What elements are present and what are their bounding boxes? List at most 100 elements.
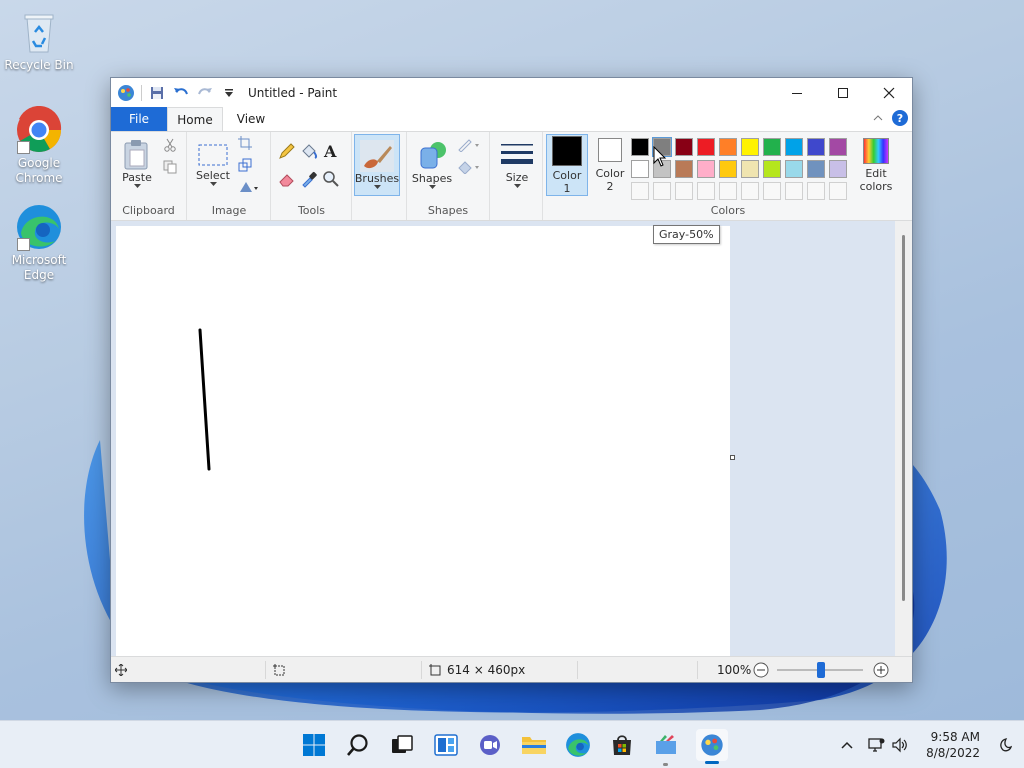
palette-swatch[interactable]	[785, 138, 803, 156]
search-button[interactable]	[344, 731, 372, 759]
undo-icon[interactable]	[172, 84, 190, 102]
zoom-in-icon	[873, 662, 889, 678]
paste-button[interactable]: Paste	[115, 134, 159, 194]
customize-quick-access-icon[interactable]	[220, 84, 238, 102]
palette-swatch[interactable]	[807, 160, 825, 178]
select-button[interactable]: Select	[192, 134, 234, 194]
volume-icon[interactable]	[888, 737, 912, 753]
eraser-tool[interactable]	[276, 168, 298, 190]
text-tool[interactable]: A	[320, 140, 342, 162]
palette-swatch[interactable]	[829, 138, 847, 156]
paint-taskbar-button[interactable]	[696, 729, 728, 764]
palette-swatch[interactable]	[631, 138, 649, 156]
color-tooltip: Gray-50%	[653, 225, 720, 244]
tab-home[interactable]: Home	[167, 107, 223, 131]
snipping-tool-button[interactable]	[652, 731, 680, 766]
custom-color-slot[interactable]	[719, 182, 737, 200]
crop-icon	[238, 136, 252, 150]
custom-color-slot[interactable]	[785, 182, 803, 200]
widgets-button[interactable]	[432, 731, 460, 759]
crop-button[interactable]	[236, 134, 254, 152]
store-button[interactable]	[608, 731, 636, 759]
magnifier-tool[interactable]	[320, 168, 342, 190]
cut-button[interactable]	[161, 136, 179, 154]
zoom-in-button[interactable]	[873, 657, 889, 683]
palette-swatch[interactable]	[763, 160, 781, 178]
task-view-button[interactable]	[388, 731, 416, 759]
zoom-out-button[interactable]	[753, 657, 769, 683]
custom-color-slot[interactable]	[741, 182, 759, 200]
chat-button[interactable]	[476, 731, 504, 759]
drawing-canvas[interactable]	[116, 226, 730, 657]
palette-swatch[interactable]	[631, 160, 649, 178]
palette-swatch[interactable]	[741, 138, 759, 156]
brushes-button[interactable]: Brushes	[354, 134, 400, 196]
palette-swatch[interactable]	[697, 160, 715, 178]
outline-button[interactable]	[455, 136, 483, 154]
palette-swatch[interactable]	[807, 138, 825, 156]
redo-icon[interactable]	[196, 84, 214, 102]
custom-color-slot[interactable]	[631, 182, 649, 200]
desktop-icon-chrome[interactable]: Google Chrome	[2, 105, 76, 186]
help-icon[interactable]: ?	[892, 110, 908, 126]
zoom-slider-thumb[interactable]	[817, 662, 825, 678]
collapse-ribbon-icon[interactable]	[870, 110, 886, 126]
file-explorer-button[interactable]	[520, 731, 548, 759]
clock-time: 9:58 AM	[930, 730, 980, 744]
custom-color-slot[interactable]	[653, 182, 671, 200]
palette-swatch[interactable]	[741, 160, 759, 178]
resize-button[interactable]	[236, 156, 254, 174]
desktop-icon-recycle-bin[interactable]: Recycle Bin	[2, 8, 76, 73]
fill-tool[interactable]	[298, 140, 320, 162]
eraser-icon	[279, 174, 294, 187]
zoom-slider[interactable]	[777, 657, 863, 683]
palette-swatch[interactable]	[719, 160, 737, 178]
palette-swatch[interactable]	[829, 160, 847, 178]
pencil-tool[interactable]	[276, 140, 298, 162]
color2-button[interactable]: Color 2	[590, 134, 630, 196]
palette-swatch[interactable]	[763, 138, 781, 156]
shapes-button[interactable]: Shapes	[411, 134, 453, 196]
network-icon[interactable]	[864, 737, 888, 753]
canvas-resize-handle[interactable]	[730, 455, 735, 460]
fill-button[interactable]	[455, 158, 483, 176]
chevron-down-icon	[428, 185, 436, 189]
zoom-out-icon	[753, 662, 769, 678]
rotate-button[interactable]	[236, 178, 262, 196]
scrollbar-thumb[interactable]	[902, 235, 905, 601]
separator	[265, 661, 266, 679]
clock[interactable]: 9:58 AM 8/8/2022	[926, 729, 980, 761]
save-icon[interactable]	[148, 84, 166, 102]
vertical-scrollbar[interactable]	[895, 221, 912, 657]
palette-swatch[interactable]	[697, 138, 715, 156]
custom-color-slot[interactable]	[807, 182, 825, 200]
edge-taskbar-button[interactable]	[564, 731, 592, 759]
palette-swatch[interactable]	[675, 138, 693, 156]
edit-colors-button[interactable]: Edit colors	[854, 134, 898, 196]
desktop-icon-edge[interactable]: Microsoft Edge	[2, 203, 76, 283]
text-icon: A	[323, 142, 337, 160]
copy-button[interactable]	[161, 158, 179, 176]
minimize-button[interactable]	[774, 78, 820, 107]
custom-color-slot[interactable]	[675, 182, 693, 200]
size-button[interactable]: Size	[495, 134, 539, 196]
custom-color-slot[interactable]	[697, 182, 715, 200]
palette-swatch[interactable]	[785, 160, 803, 178]
tab-view[interactable]: View	[223, 107, 279, 131]
custom-color-slot[interactable]	[829, 182, 847, 200]
maximize-button[interactable]	[820, 78, 866, 107]
focus-assist-icon[interactable]	[992, 737, 1016, 753]
close-button[interactable]	[866, 78, 912, 107]
palette-swatch[interactable]	[675, 160, 693, 178]
paint-app-icon[interactable]	[117, 84, 135, 102]
tab-file[interactable]: File	[111, 107, 167, 131]
start-button[interactable]	[300, 731, 328, 759]
edge-icon	[566, 733, 590, 757]
paint-app-icon	[701, 734, 723, 756]
color-picker-tool[interactable]	[298, 168, 320, 190]
show-hidden-icons-button[interactable]	[836, 741, 858, 749]
custom-color-slot[interactable]	[763, 182, 781, 200]
chevron-down-icon	[133, 184, 141, 188]
color1-button[interactable]: Color 1	[546, 134, 588, 196]
palette-swatch[interactable]	[719, 138, 737, 156]
